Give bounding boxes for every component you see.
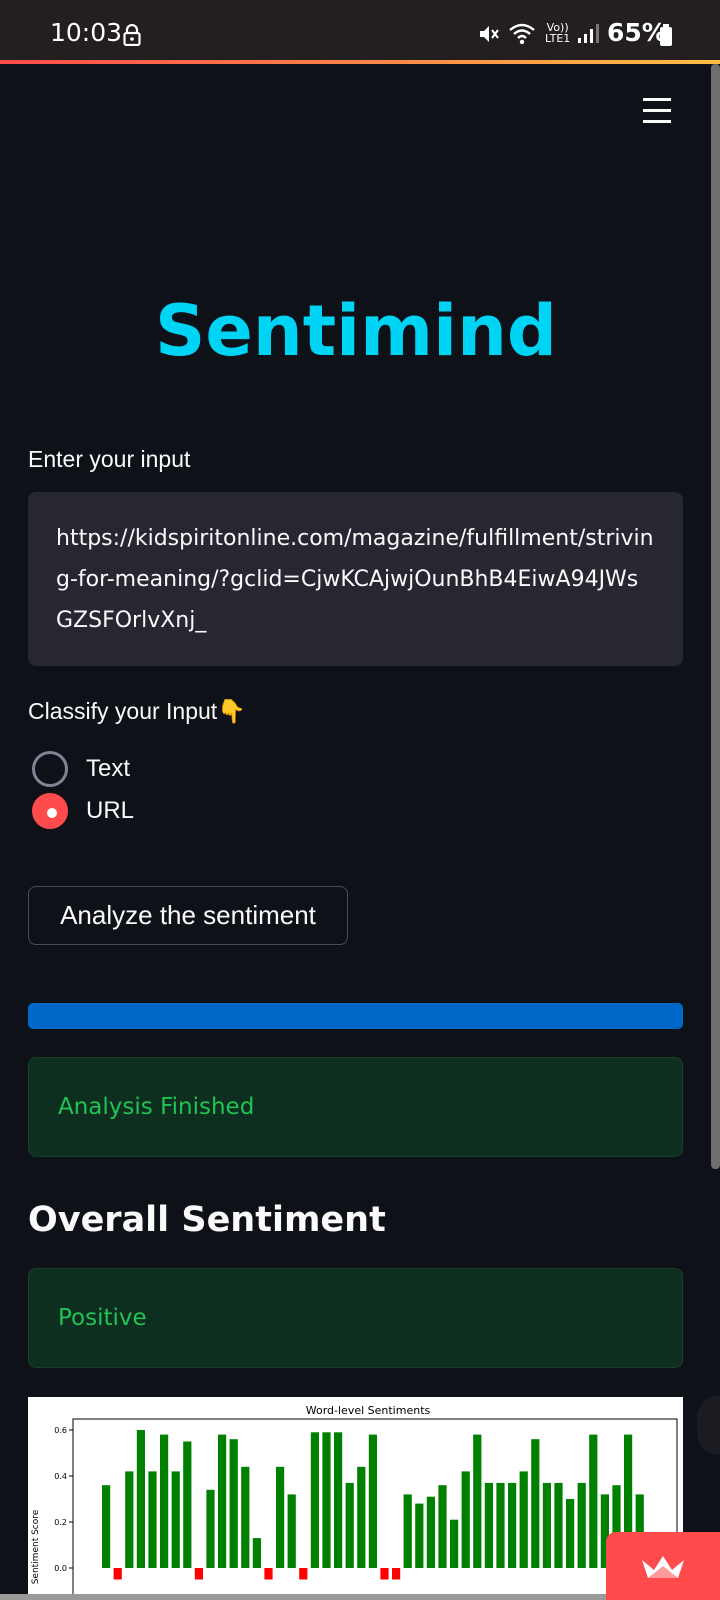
radio-option-text[interactable]: Text (32, 751, 130, 787)
negative-sentiment-bar (299, 1568, 308, 1580)
positive-sentiment-bar (473, 1434, 482, 1568)
positive-sentiment-bar (484, 1482, 493, 1568)
classify-label: Classify your Input👇 (28, 698, 246, 725)
y-tick-label: 0.2 (54, 1518, 67, 1527)
positive-sentiment-bar (566, 1499, 575, 1568)
negative-sentiment-bar (380, 1568, 389, 1580)
overall-sentiment-heading: Overall Sentiment (28, 1200, 386, 1240)
classify-label-text: Classify your Input (28, 698, 218, 724)
y-tick-label: 0.6 (54, 1426, 67, 1435)
y-tick-label: 0.4 (54, 1472, 67, 1481)
positive-sentiment-bar (276, 1466, 285, 1568)
negative-sentiment-bar (194, 1568, 203, 1580)
volte-bottom-text: LTE1 (545, 32, 571, 45)
page-scrollbar[interactable] (711, 64, 720, 1169)
y-tick-label: 0.0 (54, 1564, 67, 1573)
positive-sentiment-bar (252, 1538, 261, 1568)
positive-sentiment-bar (148, 1471, 157, 1568)
positive-sentiment-bar (508, 1482, 517, 1568)
chart-bars (102, 1430, 644, 1580)
positive-sentiment-bar (403, 1494, 412, 1568)
positive-sentiment-bar (368, 1434, 377, 1568)
radio-label-text: Text (86, 755, 131, 782)
positive-sentiment-bar (415, 1503, 424, 1568)
battery-percentage: 65% (607, 18, 667, 47)
word-sentiment-chart: Word-level Sentiments Sentiment Score 0.… (28, 1397, 683, 1600)
streamlit-badge[interactable] (606, 1532, 720, 1600)
positive-sentiment-bar (461, 1471, 470, 1568)
positive-sentiment-bar (125, 1471, 134, 1568)
hamburger-menu-icon[interactable] (643, 98, 671, 124)
positive-sentiment-bar (206, 1489, 215, 1568)
overall-sentiment-alert: Positive (28, 1268, 683, 1368)
negative-sentiment-bar (392, 1568, 401, 1580)
positive-sentiment-bar (438, 1485, 447, 1568)
chart-ylabel: Sentiment Score (31, 1509, 41, 1584)
positive-sentiment-bar (160, 1434, 169, 1568)
battery-icon (660, 24, 672, 46)
wifi-icon (509, 23, 535, 45)
positive-sentiment-bar (287, 1494, 296, 1568)
positive-sentiment-bar (183, 1441, 192, 1568)
side-handle[interactable] (697, 1395, 720, 1455)
positive-sentiment-bar (496, 1482, 505, 1568)
volte-icon: Vo)) LTE1 (545, 22, 570, 44)
positive-sentiment-bar (102, 1485, 111, 1568)
radio-label-url: URL (86, 797, 135, 824)
header-accent-line (0, 60, 720, 64)
positive-sentiment-bar (229, 1439, 238, 1568)
app-title: Sentimind (154, 290, 558, 372)
url-text-input[interactable]: https://kidspiritonline.com/magazine/ful… (28, 492, 683, 666)
positive-sentiment-bar (426, 1496, 435, 1568)
positive-sentiment-bar (577, 1482, 586, 1568)
positive-sentiment-bar (357, 1466, 366, 1568)
progress-bar (28, 1003, 683, 1029)
radio-circle-unchecked[interactable] (32, 751, 68, 787)
input-label: Enter your input (28, 446, 191, 472)
positive-sentiment-bar (450, 1519, 459, 1568)
positive-sentiment-bar (345, 1482, 354, 1568)
mute-icon (480, 26, 499, 42)
positive-sentiment-bar (542, 1482, 551, 1568)
positive-sentiment-bar (554, 1482, 563, 1568)
positive-sentiment-bar (531, 1439, 540, 1568)
positive-sentiment-bar (322, 1432, 331, 1568)
signal-icon (578, 24, 599, 43)
input-value: https://kidspiritonline.com/magazine/ful… (56, 526, 654, 633)
positive-sentiment-bar (310, 1432, 319, 1568)
positive-sentiment-bar (136, 1430, 145, 1568)
positive-sentiment-bar (519, 1471, 528, 1568)
positive-sentiment-bar (171, 1471, 180, 1568)
positive-sentiment-bar (589, 1434, 598, 1568)
overall-sentiment-result: Positive (58, 1305, 147, 1331)
chart-svg: Word-level Sentiments Sentiment Score 0.… (31, 1404, 678, 1600)
analysis-status-text: Analysis Finished (58, 1094, 255, 1120)
chart-y-ticks: 0.0 0.2 0.4 0.6 (54, 1426, 73, 1573)
analysis-status-alert: Analysis Finished (28, 1057, 683, 1157)
positive-sentiment-bar (241, 1466, 250, 1568)
pointing-down-icon: 👇 (217, 698, 246, 724)
negative-sentiment-bar (113, 1568, 122, 1580)
analyze-button[interactable]: Analyze the sentiment (28, 886, 348, 945)
streamlit-crown-icon (642, 1556, 684, 1578)
horizontal-scrollbar[interactable] (0, 1594, 606, 1600)
radio-option-url[interactable]: URL (32, 793, 134, 829)
chart-title: Word-level Sentiments (306, 1404, 431, 1417)
radio-circle-checked[interactable] (32, 793, 68, 829)
positive-sentiment-bar (218, 1434, 227, 1568)
positive-sentiment-bar (334, 1432, 343, 1568)
status-time: 10:03 (50, 18, 123, 47)
status-bar: 10:03 Vo)) LTE1 65% (0, 0, 720, 60)
negative-sentiment-bar (264, 1568, 273, 1580)
lock-icon (123, 24, 141, 46)
